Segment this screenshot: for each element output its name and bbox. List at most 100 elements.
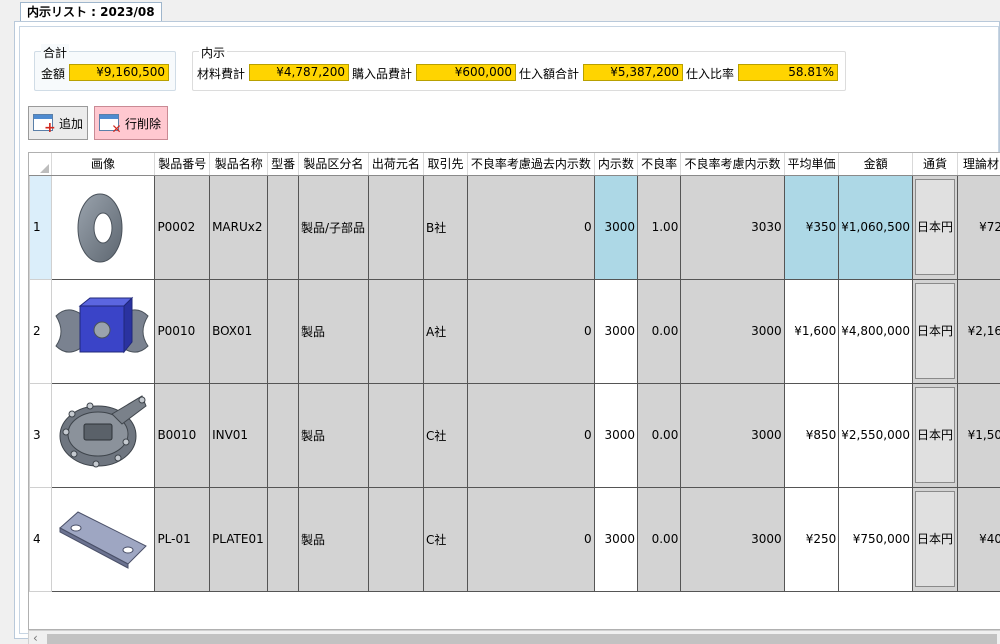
theory-cell[interactable]: ¥72 <box>957 174 1000 280</box>
name-cell[interactable]: BOX01 <box>209 278 269 384</box>
ship-from-cell[interactable] <box>367 278 425 384</box>
grid-corner[interactable] <box>29 153 52 176</box>
unit-price-cell[interactable]: ¥250 <box>783 486 840 592</box>
code-cell[interactable]: P0002 <box>154 174 211 280</box>
name-cell[interactable]: PLATE01 <box>209 486 269 592</box>
delete-row-button[interactable]: ✕ 行削除 <box>94 106 168 140</box>
currency-cell[interactable]: 日本円 <box>912 486 958 592</box>
col-header-adj-qty[interactable]: 不良率考慮内示数 <box>680 153 785 176</box>
col-header-partner[interactable]: 取引先 <box>423 153 469 176</box>
ship-from-cell[interactable] <box>367 174 425 280</box>
theory-cell[interactable]: ¥40 <box>957 486 1000 592</box>
col-header-amount[interactable]: 金額 <box>838 153 913 176</box>
category-cell[interactable]: 製品 <box>297 382 369 488</box>
adj-qty-cell[interactable]: 3000 <box>680 382 785 488</box>
row-number[interactable]: 4 <box>29 486 52 592</box>
table-row[interactable]: 1 P0002 MARUx2 製品/子部品 B社 0 3000 1.00 303… <box>29 174 1000 280</box>
product-image-cell[interactable] <box>50 382 156 488</box>
col-header-model[interactable]: 型番 <box>267 153 299 176</box>
horizontal-scrollbar[interactable]: ‹ <box>28 630 1000 644</box>
defect-cell[interactable]: 0.00 <box>636 278 682 384</box>
total-amount-value: ¥9,160,500 <box>69 64 169 81</box>
shiire-total-label: 仕入額合計 <box>519 67 580 81</box>
scrollbar-thumb[interactable] <box>47 634 997 644</box>
code-cell[interactable]: P0010 <box>154 278 211 384</box>
qty-cell[interactable]: 3000 <box>593 278 639 384</box>
qty-cell[interactable]: 3000 <box>593 174 639 280</box>
model-cell[interactable] <box>267 486 299 592</box>
ship-from-cell[interactable] <box>367 486 425 592</box>
unit-price-cell[interactable]: ¥350 <box>783 174 840 280</box>
category-cell[interactable]: 製品 <box>297 486 369 592</box>
amount-cell[interactable]: ¥750,000 <box>838 486 913 592</box>
past-qty-cell[interactable]: 0 <box>467 382 595 488</box>
partner-cell[interactable]: A社 <box>423 278 469 384</box>
currency-dropdown[interactable]: 日本円 <box>915 491 955 587</box>
adj-qty-cell[interactable]: 3000 <box>680 278 785 384</box>
ship-from-cell[interactable] <box>367 382 425 488</box>
currency-cell[interactable]: 日本円 <box>912 382 958 488</box>
past-qty-cell[interactable]: 0 <box>467 486 595 592</box>
category-cell[interactable]: 製品 <box>297 278 369 384</box>
amount-cell[interactable]: ¥4,800,000 <box>838 278 913 384</box>
partner-cell[interactable]: B社 <box>423 174 469 280</box>
col-header-currency[interactable]: 通貨 <box>912 153 958 176</box>
currency-dropdown[interactable]: 日本円 <box>915 283 955 379</box>
currency-dropdown[interactable]: 日本円 <box>915 387 955 483</box>
adj-qty-cell[interactable]: 3000 <box>680 486 785 592</box>
row-number[interactable]: 1 <box>29 174 52 280</box>
row-number[interactable]: 2 <box>29 278 52 384</box>
col-header-name[interactable]: 製品名称 <box>209 153 269 176</box>
unit-price-cell[interactable]: ¥1,600 <box>783 278 840 384</box>
col-header-unit-price[interactable]: 平均単価 <box>784 153 840 176</box>
model-cell[interactable] <box>267 278 299 384</box>
qty-cell[interactable]: 3000 <box>593 486 639 592</box>
name-cell[interactable]: MARUx2 <box>209 174 269 280</box>
partner-cell[interactable]: C社 <box>423 382 469 488</box>
col-header-code[interactable]: 製品番号 <box>154 153 211 176</box>
list-tab[interactable]: 内示リスト : 2023/08 <box>20 2 162 22</box>
code-cell[interactable]: B0010 <box>154 382 211 488</box>
col-header-ship-from[interactable]: 出荷元名 <box>368 153 425 176</box>
defect-cell[interactable]: 1.00 <box>636 174 682 280</box>
unit-price-cell[interactable]: ¥850 <box>783 382 840 488</box>
table-row[interactable]: 3 B0010 INV01 製品 C社 0 3000 0.00 3000 ¥85… <box>29 382 1000 488</box>
theory-cell[interactable]: ¥1,50 <box>957 382 1000 488</box>
model-cell[interactable] <box>267 382 299 488</box>
currency-cell[interactable]: 日本円 <box>912 174 958 280</box>
theory-cell[interactable]: ¥2,16 <box>957 278 1000 384</box>
add-window-icon: + <box>33 112 56 135</box>
box-part-icon <box>54 296 149 353</box>
col-header-past-qty[interactable]: 不良率考慮過去内示数 <box>467 153 595 176</box>
currency-dropdown[interactable]: 日本円 <box>915 179 955 275</box>
col-header-image[interactable]: 画像 <box>51 153 156 176</box>
col-header-defect[interactable]: 不良率 <box>637 153 682 176</box>
product-image-cell[interactable] <box>50 486 156 592</box>
defect-cell[interactable]: 0.00 <box>636 486 682 592</box>
qty-cell[interactable]: 3000 <box>593 382 639 488</box>
product-image-cell[interactable] <box>50 278 156 384</box>
product-image-cell[interactable] <box>50 174 156 280</box>
code-cell[interactable]: PL-01 <box>154 486 211 592</box>
adj-qty-cell[interactable]: 3030 <box>680 174 785 280</box>
row-number[interactable]: 3 <box>29 382 52 488</box>
amount-cell[interactable]: ¥2,550,000 <box>838 382 913 488</box>
defect-cell[interactable]: 0.00 <box>636 382 682 488</box>
col-header-qty[interactable]: 内示数 <box>594 153 639 176</box>
name-cell[interactable]: INV01 <box>209 382 269 488</box>
scroll-left-icon[interactable]: ‹ <box>33 631 38 644</box>
col-header-theory[interactable]: 理論材 <box>957 153 1000 176</box>
table-row[interactable]: 4 PL-01 PLATE01 製品 C社 0 3000 0.00 3000 ¥… <box>29 486 1000 592</box>
past-qty-cell[interactable]: 0 <box>467 174 595 280</box>
model-cell[interactable] <box>267 174 299 280</box>
amount-cell[interactable]: ¥1,060,500 <box>838 174 913 280</box>
col-header-category[interactable]: 製品区分名 <box>298 153 369 176</box>
category-cell[interactable]: 製品/子部品 <box>297 174 369 280</box>
past-qty-cell[interactable]: 0 <box>467 278 595 384</box>
table-row[interactable]: 2 P0010 BOX01 製品 A社 0 3000 0.00 3000 ¥1,… <box>29 278 1000 384</box>
add-button[interactable]: + 追加 <box>28 106 88 140</box>
naiji-grid[interactable]: 画像 製品番号 製品名称 型番 製品区分名 出荷元名 取引先 不良率考慮過去内示… <box>28 152 1000 630</box>
currency-cell[interactable]: 日本円 <box>912 278 958 384</box>
partner-cell[interactable]: C社 <box>423 486 469 592</box>
purchase-cost-label: 購入品費計 <box>352 67 413 81</box>
